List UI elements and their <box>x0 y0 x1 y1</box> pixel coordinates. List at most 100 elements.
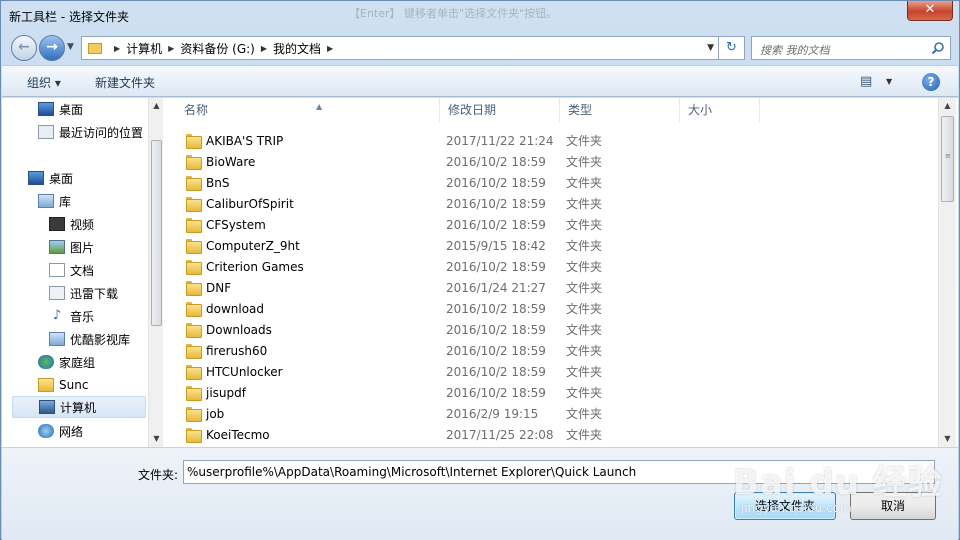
column-header-modified[interactable]: 修改日期 <box>440 98 560 122</box>
table-row[interactable]: CaliburOfSpirit 2016/10/2 18:59 文件夹 <box>164 193 938 214</box>
column-header-size[interactable]: 大小 <box>680 98 760 122</box>
chevron-right-icon[interactable]: ▶ <box>114 44 120 53</box>
table-row[interactable]: Criterion Games 2016/10/2 18:59 文件夹 <box>164 256 938 277</box>
forward-button[interactable]: → <box>39 35 65 61</box>
file-name-cell: Downloads <box>186 323 426 338</box>
nav-item-computer[interactable]: 计算机 <box>12 396 146 418</box>
scroll-thumb[interactable] <box>151 140 162 326</box>
help-icon[interactable]: ? <box>922 73 940 91</box>
recent-pages-dropdown-icon[interactable]: ▼ <box>67 42 74 52</box>
table-row[interactable]: AKIBA'S TRIP 2017/11/22 21:24 文件夹 <box>164 130 938 151</box>
file-date: 2016/10/2 18:59 <box>446 301 546 316</box>
table-row[interactable]: ComputerZ_9ht 2015/9/15 18:42 文件夹 <box>164 235 938 256</box>
file-date: 2017/11/25 22:08 <box>446 427 554 442</box>
baidu-watermark: Bai du 经验 <box>733 463 943 503</box>
chevron-down-icon[interactable]: ▼ <box>886 77 892 86</box>
file-name-cell: AKIBA'S TRIP <box>186 134 426 149</box>
file-name: HTCUnlocker <box>206 364 283 379</box>
table-row[interactable]: HTCUnlocker 2016/10/2 18:59 文件夹 <box>164 361 938 382</box>
file-date: 2016/10/2 18:59 <box>446 322 546 337</box>
back-button[interactable]: ← <box>11 35 37 61</box>
table-row[interactable]: KoeiTecmo 2017/11/25 22:08 文件夹 <box>164 424 938 445</box>
chevron-right-icon[interactable]: ▶ <box>261 44 267 53</box>
nav-scrollbar[interactable]: ▲ ▼ <box>148 98 163 447</box>
folder-icon <box>186 344 202 359</box>
nav-item-music[interactable]: ♪ 音乐 <box>49 305 94 327</box>
file-date: 2016/10/2 18:59 <box>446 343 546 358</box>
nav-item-label: 桌面 <box>59 102 84 117</box>
nav-item-recent[interactable]: 最近访问的位置 <box>38 121 143 143</box>
file-name: BioWare <box>206 154 256 169</box>
close-button[interactable]: ✕ <box>907 1 953 21</box>
column-header-type[interactable]: 类型 <box>560 98 680 122</box>
file-name-cell: jisupdf <box>186 386 426 401</box>
navigation-pane: 桌面 最近访问的位置 桌面 库 视频 图片 文档 迅雷下载 ♪ 音乐 优酷影视库… <box>2 98 163 447</box>
chevron-right-icon[interactable]: ▶ <box>168 44 174 53</box>
file-name-cell: DNF <box>186 281 426 296</box>
address-history-dropdown-icon[interactable]: ▼ <box>707 43 714 53</box>
file-type: 文件夹 <box>566 428 603 442</box>
search-input[interactable]: 搜索 我的文档 <box>751 36 951 60</box>
nav-item-pictures[interactable]: 图片 <box>49 236 94 258</box>
table-row[interactable]: job 2016/2/9 19:15 文件夹 <box>164 403 938 424</box>
scroll-grip-icon: ≡ <box>945 152 951 160</box>
file-name: KoeiTecmo <box>206 427 270 442</box>
file-type: 文件夹 <box>566 302 603 316</box>
table-row[interactable]: BnS 2016/10/2 18:59 文件夹 <box>164 172 938 193</box>
table-row[interactable]: CFSystem 2016/10/2 18:59 文件夹 <box>164 214 938 235</box>
file-name-cell: BnS <box>186 176 426 191</box>
file-name-cell: firerush60 <box>186 344 426 359</box>
new-folder-button[interactable]: 新建文件夹 <box>95 74 155 91</box>
scroll-up-arrow-icon[interactable]: ▲ <box>939 98 956 114</box>
scroll-down-arrow-icon[interactable]: ▼ <box>149 431 164 447</box>
address-bar[interactable]: ▶ 计算机 ▶ 资料备份 (G:) ▶ 我的文档 ▶ ▼ <box>81 36 719 60</box>
nav-item-homegroup[interactable]: 家庭组 <box>38 351 95 373</box>
file-name: job <box>206 406 225 421</box>
file-name-cell: CFSystem <box>186 218 426 233</box>
nav-item-library[interactable]: 库 <box>38 190 71 212</box>
nav-item-video[interactable]: 视频 <box>49 213 94 235</box>
search-icon <box>931 42 944 55</box>
nav-item-label: 计算机 <box>60 400 97 415</box>
scroll-thumb[interactable]: ≡ <box>941 116 954 202</box>
nav-item-desktop[interactable]: 桌面 <box>28 167 73 189</box>
nav-item-xunlei[interactable]: 迅雷下载 <box>49 282 118 304</box>
file-name: download <box>206 301 265 316</box>
table-row[interactable]: Downloads 2016/10/2 18:59 文件夹 <box>164 319 938 340</box>
view-options-icon[interactable]: ▤ <box>860 74 872 89</box>
folder-field-label: 文件夹: <box>138 468 179 482</box>
file-type: 文件夹 <box>566 134 603 148</box>
folder-icon <box>88 42 102 54</box>
nav-item-desktop-fav[interactable]: 桌面 <box>38 98 83 120</box>
file-list-scrollbar[interactable]: ▲ ≡ ▼ <box>938 98 956 447</box>
library-icon <box>38 194 54 208</box>
file-type: 文件夹 <box>566 239 603 253</box>
file-type: 文件夹 <box>566 323 603 337</box>
chevron-right-icon[interactable]: ▶ <box>327 44 333 53</box>
column-header-name[interactable]: 名称 ▲ <box>176 98 440 122</box>
folder-icon <box>186 218 202 233</box>
scroll-down-arrow-icon[interactable]: ▼ <box>939 431 956 447</box>
download-icon <box>49 286 65 300</box>
refresh-button[interactable]: ↻ <box>719 36 745 60</box>
table-row[interactable]: firerush60 2016/10/2 18:59 文件夹 <box>164 340 938 361</box>
column-header-label: 大小 <box>688 103 713 117</box>
nav-item-network[interactable]: 网络 <box>38 420 83 442</box>
network-icon <box>38 424 54 438</box>
table-row[interactable]: jisupdf 2016/10/2 18:59 文件夹 <box>164 382 938 403</box>
table-row[interactable]: BioWare 2016/10/2 18:59 文件夹 <box>164 151 938 172</box>
folder-icon <box>186 365 202 380</box>
breadcrumb-documents[interactable]: 我的文档 <box>273 40 321 57</box>
table-row[interactable]: DNF 2016/1/24 21:27 文件夹 <box>164 277 938 298</box>
desktop-icon <box>28 171 44 185</box>
nav-item-youku[interactable]: 优酷影视库 <box>49 328 130 350</box>
organize-menu[interactable]: 组织 ▾ <box>27 74 61 91</box>
folder-picker-window: 新工具栏 - 选择文件夹 【Enter】 键移者单击"选择文件夹"按钮。 ✕ ←… <box>0 0 960 540</box>
breadcrumb-computer[interactable]: 计算机 <box>126 40 162 57</box>
nav-item-sunc[interactable]: Sunc <box>38 374 88 396</box>
file-type: 文件夹 <box>566 407 603 421</box>
breadcrumb-drive[interactable]: 资料备份 (G:) <box>180 40 255 57</box>
nav-item-documents[interactable]: 文档 <box>49 259 94 281</box>
table-row[interactable]: download 2016/10/2 18:59 文件夹 <box>164 298 938 319</box>
scroll-up-arrow-icon[interactable]: ▲ <box>149 98 164 114</box>
